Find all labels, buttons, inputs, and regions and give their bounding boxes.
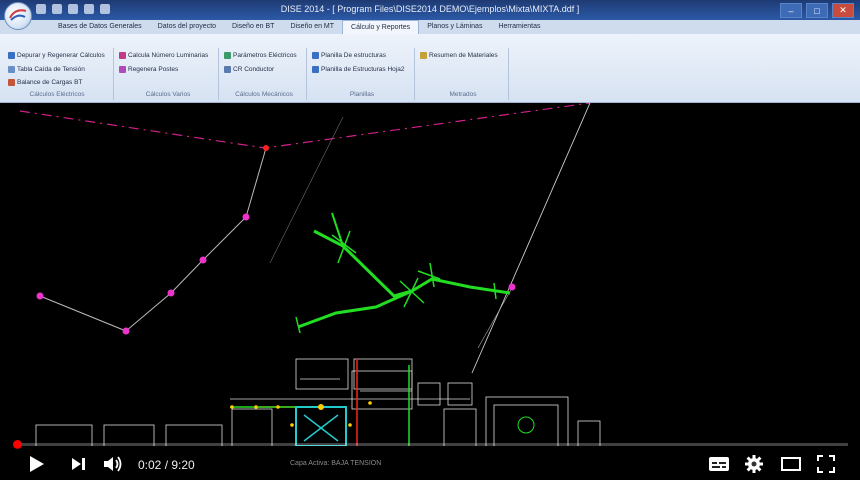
captions-icon xyxy=(709,457,729,471)
resumen-materiales-button[interactable]: Resumen de Materiales xyxy=(420,52,498,59)
substation xyxy=(295,404,347,446)
group-label-calculos-mecanicos: Cálculos Mecánicos xyxy=(235,91,293,98)
regenera-postes-button[interactable]: Regenera Postes xyxy=(119,66,178,73)
ribbon-separator xyxy=(306,48,307,100)
maximize-icon[interactable]: □ xyxy=(806,3,828,18)
bt-node xyxy=(122,327,130,335)
group-label-planillas: Planillas xyxy=(349,91,375,98)
video-controls: 0:02 / 9:20 Capa Activa: BAJA TENSION xyxy=(0,448,860,480)
app-logo-icon xyxy=(9,9,27,21)
window-title: DISE 2014 - [ Program Files\DISE2014 DEM… xyxy=(280,4,580,14)
theater-mode-button[interactable] xyxy=(780,454,802,479)
depurar-regenerar-button[interactable]: Depurar y Regenerar Cálculos xyxy=(8,52,105,59)
fullscreen-button[interactable] xyxy=(816,454,836,479)
export-icon xyxy=(312,66,319,73)
building-outlines xyxy=(35,358,601,446)
video-time: 0:02 / 9:20 xyxy=(138,458,195,472)
table-icon xyxy=(8,66,15,73)
parametros-electricos-button[interactable]: Parámetros Eléctricos xyxy=(224,52,297,59)
cad-drawing-area[interactable] xyxy=(0,103,860,446)
bt-node xyxy=(242,213,250,221)
minimize-icon[interactable]: – xyxy=(780,3,802,18)
tab-diseno-bt[interactable]: Diseño en BT xyxy=(224,20,282,34)
close-icon[interactable]: ✕ xyxy=(832,3,854,18)
balance-cargas-button[interactable]: Balance de Cargas BT xyxy=(8,79,82,86)
cad-status-layer: Capa Activa: BAJA TENSION xyxy=(290,460,382,467)
recalc-icon xyxy=(8,52,15,59)
ribbon-separator xyxy=(218,48,219,100)
balance-icon xyxy=(8,79,15,86)
yellow-markers xyxy=(230,401,372,427)
ribbon-tabs: Bases de Datos Generales Datos del proye… xyxy=(0,20,860,34)
conductor-icon xyxy=(224,66,231,73)
red-network-line xyxy=(258,359,358,446)
mt-boundary-line xyxy=(19,103,591,149)
parametros-icon xyxy=(224,52,231,59)
ribbon: Depurar y Regenerar Cálculos Tabla Caída… xyxy=(0,34,860,103)
bt-node xyxy=(36,292,44,300)
fullscreen-icon xyxy=(817,455,835,473)
group-label-calculos-varios: Cálculos Varios xyxy=(145,91,191,98)
video-progress-bar[interactable] xyxy=(13,440,848,449)
green-network-line xyxy=(313,229,511,298)
tower-symbol xyxy=(517,416,535,434)
group-label-metrados: Metrados xyxy=(449,91,477,98)
materials-icon xyxy=(420,52,427,59)
group-label-calculos-electricos: Cálculos Eléctricos xyxy=(29,91,85,98)
next-icon xyxy=(72,458,85,470)
next-button[interactable] xyxy=(70,454,88,479)
poste-icon xyxy=(119,66,126,73)
tab-planos-laminas[interactable]: Planos y Láminas xyxy=(419,20,490,34)
bt-node xyxy=(199,256,207,264)
planilla-estructuras-button[interactable]: Planilla De estructuras xyxy=(312,52,386,59)
play-button[interactable] xyxy=(28,454,46,479)
tab-diseno-mt[interactable]: Diseño en MT xyxy=(282,20,342,34)
bt-node xyxy=(508,283,516,291)
ribbon-separator xyxy=(414,48,415,100)
cr-conductor-button[interactable]: CR Conductor xyxy=(224,66,274,73)
calcula-luminarias-button[interactable]: Calcula Número Luminarias xyxy=(119,52,208,59)
volume-button[interactable] xyxy=(102,454,124,479)
luminaria-icon xyxy=(119,52,126,59)
volume-icon xyxy=(104,456,122,472)
theater-icon xyxy=(781,457,801,471)
tab-bases-datos[interactable]: Bases de Datos Generales xyxy=(50,20,150,34)
guide-line xyxy=(471,103,591,374)
settings-icon xyxy=(745,455,763,473)
bt-network-line xyxy=(39,147,267,332)
window-controls: – □ ✕ xyxy=(780,3,854,18)
planilla-estructuras-hoja2-button[interactable]: Planilla de Estructuras Hoja2 xyxy=(312,66,404,73)
tab-herramientas[interactable]: Herramientas xyxy=(490,20,548,34)
ribbon-separator xyxy=(113,48,114,100)
settings-button[interactable] xyxy=(744,454,764,479)
play-icon xyxy=(30,456,44,472)
tab-calculo-reportes[interactable]: Cálculo y Reportes xyxy=(342,20,420,34)
mt-node xyxy=(263,145,269,151)
ribbon-separator xyxy=(508,48,509,100)
tab-datos-proyecto[interactable]: Datos del proyecto xyxy=(150,20,224,34)
cad-drawing xyxy=(19,103,601,446)
title-bar: DISE 2014 - [ Program Files\DISE2014 DEM… xyxy=(0,0,860,20)
export-icon xyxy=(312,52,319,59)
bt-node xyxy=(167,289,175,297)
tabla-caida-button[interactable]: Tabla Caída de Tensión xyxy=(8,66,85,73)
app-logo[interactable] xyxy=(4,2,32,30)
captions-button[interactable] xyxy=(708,454,730,479)
